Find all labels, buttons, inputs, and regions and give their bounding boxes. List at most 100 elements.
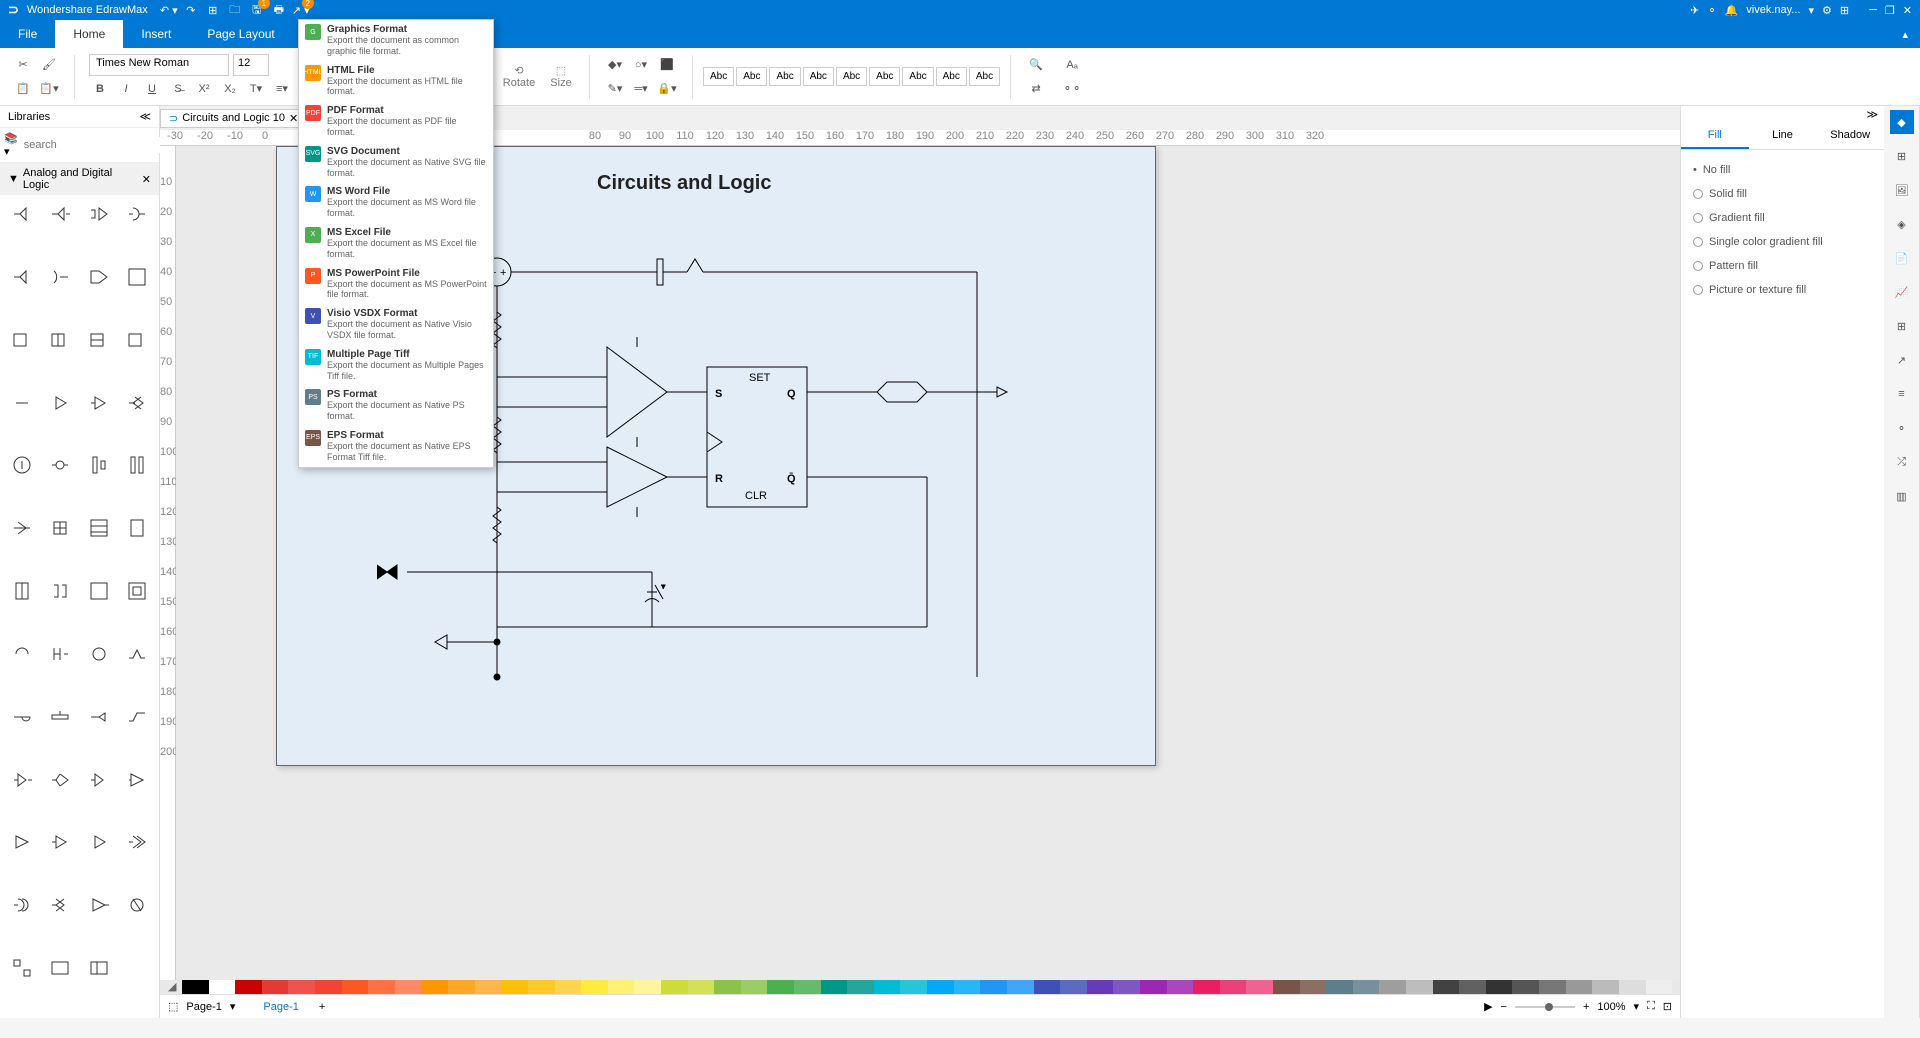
fill-option[interactable]: Solid fill: [1689, 182, 1876, 206]
color-swatch[interactable]: [1007, 980, 1034, 994]
color-swatch[interactable]: [1034, 980, 1061, 994]
shape-item[interactable]: [119, 702, 155, 732]
undo-icon[interactable]: ↶ ▾: [160, 1, 178, 19]
shape-item[interactable]: [42, 827, 78, 857]
color-swatch[interactable]: [395, 980, 422, 994]
color-swatch[interactable]: [1379, 980, 1406, 994]
present-panel-icon[interactable]: ▥: [1890, 484, 1914, 508]
new-icon[interactable]: ⊞: [204, 1, 222, 19]
minimize-icon[interactable]: ─: [1869, 4, 1877, 17]
shape-item[interactable]: [81, 388, 117, 418]
shape-item[interactable]: [42, 388, 78, 418]
color-swatch[interactable]: [1113, 980, 1140, 994]
color-swatch[interactable]: [608, 980, 635, 994]
shape-item[interactable]: [81, 199, 117, 229]
shape-item[interactable]: [42, 639, 78, 669]
color-swatch[interactable]: [794, 980, 821, 994]
color-swatch[interactable]: [1326, 980, 1353, 994]
pen-button[interactable]: ✎▾: [604, 78, 626, 100]
line-style-button[interactable]: ═▾: [630, 78, 652, 100]
fill-tab[interactable]: Fill: [1681, 123, 1749, 149]
color-swatch[interactable]: [1433, 980, 1460, 994]
color-swatch[interactable]: [847, 980, 874, 994]
italic-button[interactable]: I: [115, 78, 137, 100]
fill-option[interactable]: Gradient fill: [1689, 206, 1876, 230]
cut-icon[interactable]: ✂: [12, 54, 34, 76]
line-tab[interactable]: Line: [1749, 123, 1817, 149]
text-style-button[interactable]: Aₐ: [1061, 54, 1083, 76]
shape-item[interactable]: [4, 702, 40, 732]
color-swatch[interactable]: [235, 980, 262, 994]
color-swatch[interactable]: [1459, 980, 1486, 994]
shape-item[interactable]: [119, 576, 155, 606]
chart-panel-icon[interactable]: 📈: [1890, 280, 1914, 304]
shape-item[interactable]: [42, 450, 78, 480]
open-icon[interactable]: 🗀: [226, 1, 244, 19]
zoom-level[interactable]: 100%: [1597, 1001, 1625, 1013]
layers-panel-icon[interactable]: ⊞: [1890, 144, 1914, 168]
color-swatch[interactable]: [1592, 980, 1619, 994]
symbols-button[interactable]: ⚬⚬: [1061, 78, 1083, 100]
tab-file[interactable]: File: [0, 20, 55, 48]
style-gallery[interactable]: Abc Abc Abc Abc Abc Abc Abc Abc Abc: [703, 67, 1000, 86]
color-swatch[interactable]: [980, 980, 1007, 994]
color-swatch[interactable]: [741, 980, 768, 994]
color-swatch[interactable]: [262, 980, 289, 994]
shape-item[interactable]: [42, 325, 78, 355]
shape-item[interactable]: [119, 890, 155, 920]
fill-option[interactable]: Single color gradient fill: [1689, 230, 1876, 254]
shape-item[interactable]: [81, 576, 117, 606]
send-icon[interactable]: ✈: [1690, 4, 1699, 17]
tree-panel-icon[interactable]: ⚬: [1890, 416, 1914, 440]
color-swatch[interactable]: [1406, 980, 1433, 994]
color-swatch[interactable]: [821, 980, 848, 994]
expand-icon[interactable]: ≫: [1866, 109, 1878, 121]
color-swatch[interactable]: [581, 980, 608, 994]
shape-item[interactable]: [81, 639, 117, 669]
color-swatch[interactable]: [1193, 980, 1220, 994]
shadow-button[interactable]: ⬛: [656, 54, 678, 76]
format-painter-icon[interactable]: 🖌: [38, 54, 60, 76]
color-swatch[interactable]: [954, 980, 981, 994]
fill-option[interactable]: Pattern fill: [1689, 254, 1876, 278]
zoom-out-button[interactable]: −: [1501, 1001, 1507, 1013]
search-input[interactable]: [22, 137, 168, 153]
color-swatch[interactable]: [475, 980, 502, 994]
shape-item[interactable]: [42, 953, 78, 983]
page-tab-active[interactable]: Page-1: [263, 1001, 298, 1013]
shape-item[interactable]: [4, 890, 40, 920]
color-swatch[interactable]: [1512, 980, 1539, 994]
shape-item[interactable]: [42, 513, 78, 543]
color-swatch[interactable]: [1353, 980, 1380, 994]
copy-icon[interactable]: 📋: [12, 78, 34, 100]
color-swatch[interactable]: [900, 980, 927, 994]
color-swatch[interactable]: [1140, 980, 1167, 994]
apps-icon[interactable]: ⊞: [1840, 4, 1849, 17]
close-icon[interactable]: ✕: [1903, 4, 1912, 17]
color-swatch[interactable]: [1566, 980, 1593, 994]
shape-item[interactable]: [4, 765, 40, 795]
shape-item[interactable]: [4, 325, 40, 355]
shape-item[interactable]: [119, 325, 155, 355]
text-color-button[interactable]: T▾: [245, 78, 267, 100]
underline-button[interactable]: U: [141, 78, 163, 100]
color-swatch[interactable]: [661, 980, 688, 994]
print-icon[interactable]: 🖶: [270, 1, 288, 19]
color-swatch[interactable]: [1087, 980, 1114, 994]
shape-item[interactable]: [81, 953, 117, 983]
export-item[interactable]: PSPS FormatExport the document as Native…: [299, 385, 493, 426]
color-swatch[interactable]: [368, 980, 395, 994]
share-icon[interactable]: ⚬: [1707, 4, 1716, 17]
export-item[interactable]: PDFPDF FormatExport the document as PDF …: [299, 101, 493, 142]
text-panel-icon[interactable]: 📄: [1890, 246, 1914, 270]
color-swatch[interactable]: [767, 980, 794, 994]
export-item[interactable]: TIFMultiple Page TiffExport the document…: [299, 345, 493, 386]
find-button[interactable]: 🔍: [1025, 54, 1047, 76]
page-tab[interactable]: Page-1: [186, 1001, 221, 1013]
save-icon[interactable]: 🖫1: [248, 1, 266, 19]
superscript-button[interactable]: X²: [193, 78, 215, 100]
tab-home[interactable]: Home: [55, 20, 123, 48]
shape-item[interactable]: [4, 953, 40, 983]
shape-item[interactable]: [4, 576, 40, 606]
stack-panel-icon[interactable]: ◈: [1890, 212, 1914, 236]
